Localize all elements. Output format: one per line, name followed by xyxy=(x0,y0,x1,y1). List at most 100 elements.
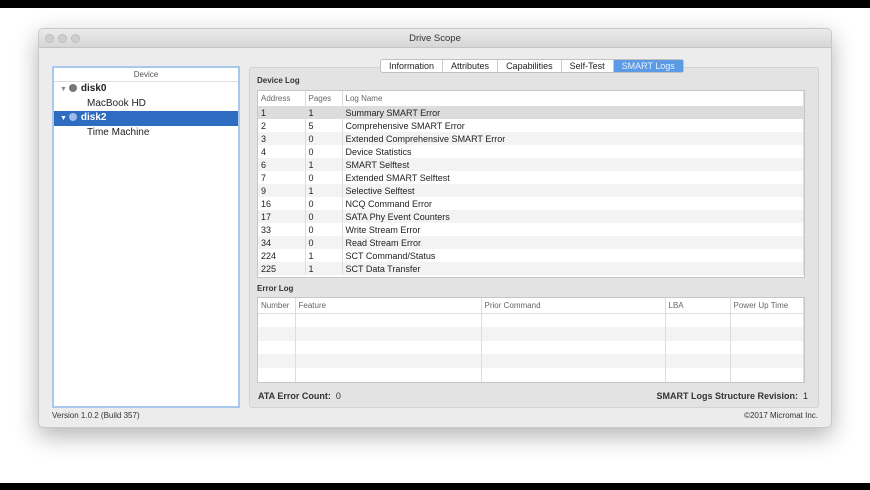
tab-capabilities[interactable]: Capabilities xyxy=(498,60,562,72)
sidebar-item-label: disk0 xyxy=(80,83,107,94)
tab-attributes[interactable]: Attributes xyxy=(443,60,499,72)
table-row[interactable]: 9 1 Selective Selftest xyxy=(258,184,804,197)
table-cell xyxy=(295,368,482,382)
table-row[interactable]: 4 0 Device Statistics xyxy=(258,145,804,158)
table-cell: 0 xyxy=(305,236,343,249)
sidebar-item-macbook-hd[interactable]: MacBook HD xyxy=(54,97,238,112)
table-cell: 0 xyxy=(305,171,343,184)
column-header[interactable]: LBA xyxy=(665,298,731,314)
table-cell: Write Stream Error xyxy=(342,223,804,236)
table-cell: Selective Selftest xyxy=(342,184,804,197)
table-row[interactable]: 34 0 Read Stream Error xyxy=(258,236,804,249)
disk-icon xyxy=(68,113,77,121)
table-cell: 0 xyxy=(305,210,343,223)
table-cell: 9 xyxy=(258,184,306,197)
table-cell xyxy=(295,354,482,369)
zoom-button[interactable] xyxy=(71,34,80,43)
table-row[interactable]: 225 1 SCT Data Transfer xyxy=(258,262,804,275)
table-cell: Read Stream Error xyxy=(342,236,804,249)
table-cell: 6 xyxy=(258,158,306,171)
table-cell xyxy=(295,313,482,327)
disclosure-triangle-icon[interactable]: ▼ xyxy=(60,115,69,122)
table-row xyxy=(258,313,804,327)
sidebar-item-label: Time Machine xyxy=(87,126,150,138)
disk-icon xyxy=(68,84,77,92)
window-title: Drive Scope xyxy=(409,33,461,44)
table-cell xyxy=(665,354,731,369)
table-cell: 224 xyxy=(258,249,306,262)
tab-information[interactable]: Information xyxy=(381,60,444,72)
table-cell xyxy=(481,354,666,369)
ata-error-count-label: ATA Error Count: xyxy=(258,391,331,401)
table-cell: 2 xyxy=(258,119,306,132)
title-bar: Drive Scope xyxy=(39,29,831,48)
column-header[interactable]: Power Up Time xyxy=(730,298,804,314)
table-cell xyxy=(295,326,482,341)
table-row[interactable]: 16 0 NCQ Command Error xyxy=(258,197,804,210)
error-log-label: Error Log xyxy=(257,284,294,293)
table-row xyxy=(258,326,804,341)
sidebar-header: Device xyxy=(54,68,238,82)
table-cell: 1 xyxy=(305,106,343,119)
smart-logs-panel: Device Log Address Pages Log Name 1 1 Summary… xyxy=(249,67,819,408)
table-row[interactable]: 6 1 SMART Selftest xyxy=(258,158,804,171)
table-cell: 0 xyxy=(305,132,343,145)
table-cell: Comprehensive SMART Error xyxy=(342,119,804,132)
table-cell xyxy=(295,340,482,355)
table-cell: SCT Command/Status xyxy=(342,249,804,262)
table-cell: NCQ Command Error xyxy=(342,197,804,210)
table-cell xyxy=(258,368,296,382)
table-cell xyxy=(481,313,666,327)
table-cell: 1 xyxy=(305,262,343,275)
table-cell xyxy=(481,368,666,382)
table-row[interactable]: 3 0 Extended Comprehensive SMART Error xyxy=(258,132,804,145)
table-row[interactable]: 224 1 SCT Command/Status xyxy=(258,249,804,262)
ata-error-count: ATA Error Count: 0 xyxy=(258,391,341,401)
structure-revision-label: SMART Logs Structure Revision: xyxy=(656,391,798,401)
close-button[interactable] xyxy=(45,34,54,43)
table-cell xyxy=(730,368,804,382)
table-cell xyxy=(665,340,731,355)
table-cell xyxy=(665,313,731,327)
table-cell xyxy=(665,326,731,341)
structure-revision: SMART Logs Structure Revision: 1 xyxy=(656,391,808,401)
table-cell xyxy=(730,326,804,341)
table-cell: Device Statistics xyxy=(342,145,804,158)
column-header[interactable]: Number xyxy=(258,298,296,314)
sidebar-item-disk0[interactable]: ▼ disk0 xyxy=(54,82,238,97)
table-cell: Extended Comprehensive SMART Error xyxy=(342,132,804,145)
minimize-button[interactable] xyxy=(58,34,67,43)
top-letterbox xyxy=(0,0,870,8)
table-row[interactable]: 17 0 SATA Phy Event Counters xyxy=(258,210,804,223)
tab-self-test[interactable]: Self-Test xyxy=(562,60,614,72)
sidebar-item-time-machine[interactable]: Time Machine xyxy=(54,126,238,141)
table-cell: 1 xyxy=(305,249,343,262)
table-row[interactable]: 33 0 Write Stream Error xyxy=(258,223,804,236)
sidebar-item-disk2[interactable]: ▼ disk2 xyxy=(54,111,238,126)
table-cell xyxy=(481,326,666,341)
table-cell xyxy=(258,340,296,355)
column-header[interactable]: Pages xyxy=(305,91,343,107)
table-row[interactable]: 1 1 Summary SMART Error xyxy=(258,106,804,119)
sidebar-item-label: MacBook HD xyxy=(87,97,146,109)
table-row[interactable]: 2 5 Comprehensive SMART Error xyxy=(258,119,804,132)
column-header[interactable]: Log Name xyxy=(342,91,804,107)
table-cell xyxy=(730,354,804,369)
error-log-table[interactable]: Number Feature Prior Command LBA Power Up Ti… xyxy=(257,297,805,383)
tab-smart-logs[interactable]: SMART Logs xyxy=(613,60,683,72)
device-log-table[interactable]: Address Pages Log Name 1 1 Summary SMART Erro… xyxy=(257,90,805,278)
table-cell: SCT Data Transfer xyxy=(342,262,804,275)
table-cell: 0 xyxy=(305,223,343,236)
table-cell: 1 xyxy=(305,158,343,171)
column-header[interactable]: Prior Command xyxy=(481,298,666,314)
column-header[interactable]: Address xyxy=(258,91,306,107)
column-header[interactable]: Feature xyxy=(295,298,482,314)
table-row[interactable]: 7 0 Extended SMART Selftest xyxy=(258,171,804,184)
table-row xyxy=(258,368,804,382)
table-cell: Extended SMART Selftest xyxy=(342,171,804,184)
bottom-letterbox xyxy=(0,483,870,490)
disclosure-triangle-icon[interactable]: ▼ xyxy=(60,86,69,93)
table-cell xyxy=(730,340,804,355)
table-cell: SATA Phy Event Counters xyxy=(342,210,804,223)
sidebar-item-label: disk2 xyxy=(80,112,107,123)
